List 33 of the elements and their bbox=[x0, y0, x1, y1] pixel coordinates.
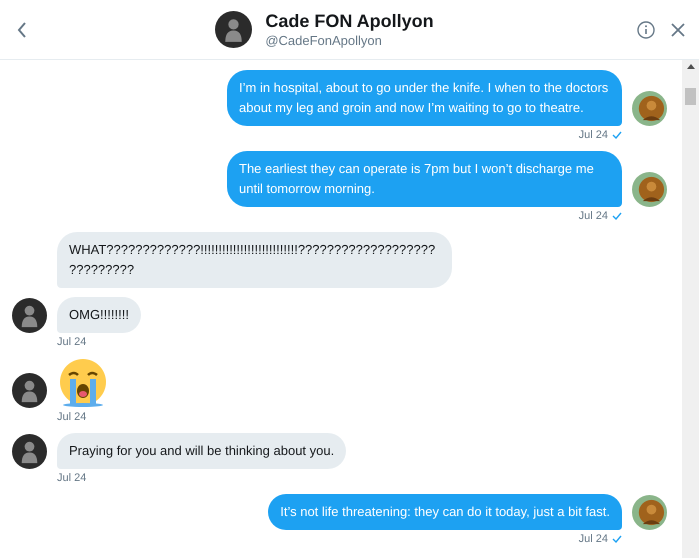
message-time: Jul 24 bbox=[57, 471, 86, 485]
message-time: Jul 24 bbox=[578, 128, 608, 142]
message-bubble: The earliest they can operate is 7pm but I won’t discharge me until tomorrow morning. bbox=[227, 151, 622, 207]
message-bubble: OMG!!!!!!!! bbox=[57, 297, 141, 333]
message-time: Jul 24 bbox=[57, 410, 86, 424]
message-time: Jul 24 bbox=[578, 209, 608, 223]
close-icon bbox=[671, 22, 685, 36]
contact-name: Cade FON Apollyon bbox=[265, 10, 434, 32]
crying-face-icon bbox=[57, 358, 109, 408]
read-check-icon bbox=[612, 131, 622, 139]
message-bubble: It’s not life threatening: they can do it today, just a bit fast. bbox=[268, 494, 622, 530]
avatar bbox=[12, 373, 47, 408]
avatar bbox=[215, 11, 252, 48]
avatar bbox=[12, 434, 47, 469]
back-icon bbox=[17, 22, 27, 38]
message-bubble: Praying for you and will be thinking about you. bbox=[57, 433, 346, 469]
info-button[interactable] bbox=[637, 20, 655, 38]
message-bubble: I’m in hospital, about to go under the knife. I when to the doctors about my leg and groin and now I’m waiting to go to theatre. bbox=[227, 70, 622, 126]
read-check-icon bbox=[612, 535, 622, 543]
message-bubble: WHAT?????????????!!!!!!!!!!!!!!!!!!!!!!!!!!!???????????????????????????? bbox=[57, 232, 452, 288]
scrollbar[interactable] bbox=[682, 60, 699, 558]
scroll-up-icon bbox=[686, 64, 694, 69]
avatar bbox=[632, 495, 667, 530]
message-time: Jul 24 bbox=[57, 335, 86, 349]
info-icon bbox=[637, 20, 655, 38]
close-button[interactable] bbox=[671, 22, 685, 36]
contact-handle: @CadeFonApollyon bbox=[265, 32, 383, 50]
read-check-icon bbox=[612, 212, 622, 220]
scroll-thumb[interactable] bbox=[685, 88, 696, 105]
avatar bbox=[632, 91, 667, 126]
avatar bbox=[12, 298, 47, 333]
message-time: Jul 24 bbox=[578, 532, 608, 546]
avatar bbox=[632, 172, 667, 207]
